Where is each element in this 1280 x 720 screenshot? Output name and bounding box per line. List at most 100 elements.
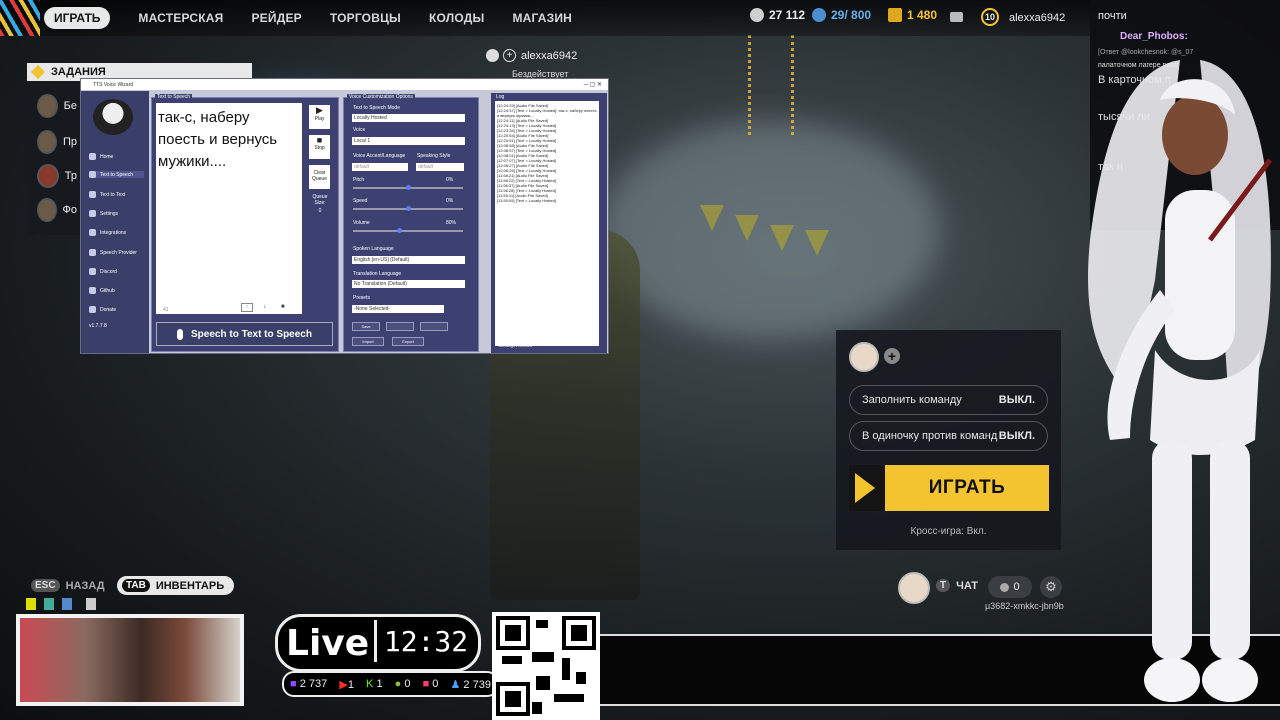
sidebar-label: Donate	[100, 306, 117, 313]
tts-text-input[interactable]: так-с, наберу поесть и вернусь мужики...…	[156, 103, 302, 314]
spoken-language-select[interactable]: English [en-US] (Default)	[352, 256, 465, 264]
microphone-icon	[89, 171, 96, 178]
qr-module	[536, 620, 548, 628]
download-icon[interactable]: ↓	[263, 304, 266, 310]
sidebar-item-github[interactable]: Github	[89, 287, 115, 294]
rumble-icon: ●	[394, 678, 402, 690]
nav-play-tab[interactable]: ИГРАТЬ	[44, 7, 111, 29]
mission-row[interactable]: Тр	[37, 163, 77, 189]
currency-value: 1 480	[907, 8, 938, 22]
back-label: НАЗАД	[65, 579, 105, 592]
discord-icon	[89, 268, 96, 275]
preset-button[interactable]	[420, 322, 448, 331]
voice-select[interactable]: Local 1	[352, 137, 465, 145]
volume-slider[interactable]	[353, 228, 463, 233]
rumble-viewers: ● 0	[395, 678, 411, 690]
sidebar-item-donate[interactable]: Donate	[89, 306, 116, 313]
sts-label: Speech to Text to Speech	[191, 328, 312, 340]
accent-select[interactable]: default	[352, 163, 408, 171]
friends-icon	[1000, 582, 1010, 592]
mission-label: Бе	[63, 100, 77, 112]
profile-username[interactable]: alexxa6942	[1009, 12, 1065, 24]
window-title: TTS Voice Wizard	[93, 81, 134, 88]
trash-icon[interactable]: ■	[281, 304, 285, 310]
slider-knob[interactable]	[406, 206, 411, 211]
style-select[interactable]: default	[416, 163, 464, 171]
mode-select[interactable]: Locally Hosted	[352, 114, 465, 122]
sidebar-item-speech-provider[interactable]: Speech Provider	[89, 249, 137, 256]
nav-decks-tab[interactable]: КОЛОДЫ	[429, 11, 484, 25]
text-icon	[89, 191, 96, 198]
clear-queue-button[interactable]: Clear Queue	[309, 165, 330, 189]
nav-traders-tab[interactable]: ТОРГОВЦЫ	[330, 11, 401, 25]
add-squad-member-icon[interactable]: +	[884, 348, 900, 364]
currency-blue: 29/ 800	[812, 8, 871, 22]
sidebar-item-ttt[interactable]: Text to Text	[89, 191, 125, 198]
nav-workshop-tab[interactable]: МАСТЕРСКАЯ	[138, 11, 223, 25]
presets-select[interactable]: -None Selected-	[352, 305, 444, 313]
mode-label: Text to Speech Mode	[353, 105, 400, 111]
live-badge: Live 12:32	[275, 614, 481, 672]
chat-hint[interactable]: T ЧАТ	[936, 579, 978, 592]
mail-icon[interactable]	[950, 12, 963, 22]
play-button[interactable]: ▶ Play	[309, 105, 330, 129]
integrations-icon	[89, 229, 96, 236]
send-icon[interactable]: ↑	[241, 303, 253, 312]
export-button[interactable]: Export	[392, 337, 424, 346]
slider-knob[interactable]	[397, 228, 402, 233]
mission-row[interactable]: Бе	[37, 93, 77, 119]
settings-gear-icon[interactable]: ⚙	[1040, 576, 1062, 598]
pennant	[805, 230, 829, 256]
preset-button[interactable]	[386, 322, 414, 331]
inventory-button[interactable]: TAB ИНВЕНТАРЬ	[117, 576, 235, 595]
tts-sidebar: Home Text to Speech Text to Text Setting…	[81, 91, 149, 353]
vtuber-avatar	[1088, 60, 1272, 702]
translation-select[interactable]: No Translation (Default)	[352, 280, 465, 288]
sidebar-label: Discord	[100, 268, 117, 275]
add-party-member-icon[interactable]: +	[503, 49, 516, 62]
solo-vs-squads-toggle[interactable]: В одиночку против команд ВЫКЛ.	[849, 421, 1048, 451]
t-key: T	[936, 579, 951, 592]
nav-raider-tab[interactable]: РЕЙДЕР	[251, 11, 301, 25]
youtube-icon: ▶	[339, 678, 348, 691]
friends-button[interactable]: 0	[988, 576, 1032, 598]
stop-icon: ■	[316, 135, 323, 145]
sidebar-item-tts[interactable]: Text to Speech	[89, 171, 144, 178]
speed-label: Speed	[353, 198, 368, 204]
speed-value: 0%	[446, 198, 454, 204]
sidebar-item-home[interactable]: Home	[89, 153, 113, 160]
qr-module	[502, 656, 522, 664]
translation-label: Translation Language	[353, 271, 402, 277]
sidebar-item-discord[interactable]: Discord	[89, 268, 117, 275]
speed-slider[interactable]	[353, 206, 463, 211]
pitch-slider[interactable]	[353, 185, 463, 190]
slider-knob[interactable]	[406, 185, 411, 190]
stat-value: 0	[432, 678, 439, 690]
qr-finder	[562, 616, 596, 650]
stop-button[interactable]: ■ Stop	[309, 135, 330, 159]
sidebar-item-integrations[interactable]: Integrations	[89, 229, 126, 236]
back-hint[interactable]: ESC НАЗАД	[31, 579, 105, 592]
fill-team-toggle[interactable]: Заполнить команду ВЫКЛ.	[849, 385, 1048, 415]
volume-value: 80%	[446, 220, 457, 226]
log-text[interactable]: [12:24:29] [Audio File Saved] [12:24:37]…	[495, 101, 599, 346]
speech-to-text-to-speech-button[interactable]: Speech to Text to Speech	[156, 322, 333, 346]
sidebar-item-settings[interactable]: Settings	[89, 210, 118, 217]
sidebar-label: Speech Provider	[100, 249, 137, 256]
import-button[interactable]: Import	[352, 337, 384, 346]
mission-row[interactable]: Фо	[37, 197, 77, 223]
youtube-viewers: ▶1	[339, 678, 354, 691]
mission-row[interactable]: Пр	[37, 129, 77, 155]
nav-shop-tab[interactable]: МАГАЗИН	[512, 11, 572, 25]
sidebar-label: Settings	[100, 210, 119, 217]
log-line: [12:24:37] [Text > Locally Hosted]: так-…	[497, 108, 597, 118]
pennant	[700, 205, 724, 231]
player-avatar	[898, 572, 930, 604]
play-button[interactable]: ИГРАТЬ	[849, 465, 1049, 511]
play-icon: ▶	[316, 105, 323, 115]
save-preset-button[interactable]: Save	[352, 322, 380, 331]
play-label: ИГРАТЬ	[928, 477, 1006, 498]
window-controls[interactable]: ─ ▢ ✕	[584, 81, 602, 88]
panel-title: Text to Speech	[155, 94, 193, 100]
kick-icon: K	[366, 678, 374, 690]
